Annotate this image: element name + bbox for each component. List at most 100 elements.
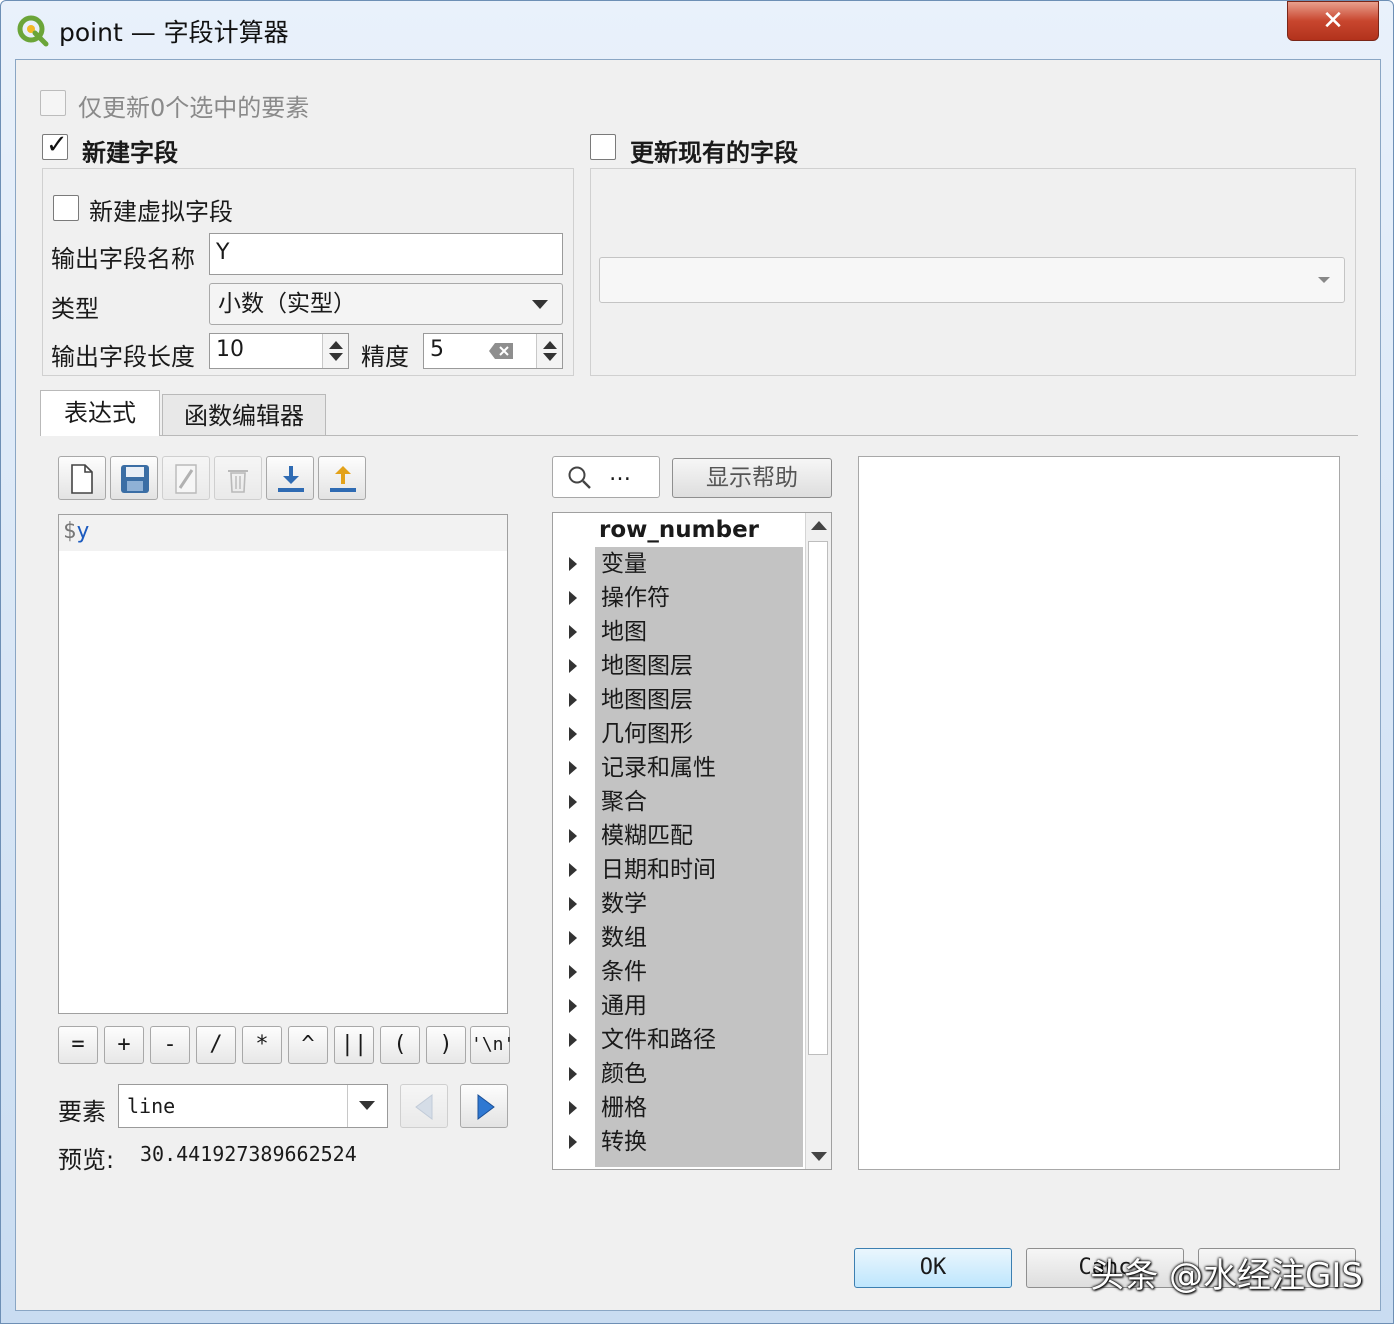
expand-arrow-icon[interactable] [569,829,577,843]
operator-plus-button[interactable]: + [104,1026,144,1064]
expand-arrow-icon[interactable] [569,999,577,1013]
close-button[interactable]: ✕ [1287,1,1379,41]
field-calculator-window: point — 字段计算器 ✕ 仅更新0个选中的要素 ✓ 新建字段 更新现有的字… [0,0,1394,1324]
tree-item[interactable]: 日期和时间 [553,853,831,887]
feature-label: 要素 [58,1098,106,1126]
clear-icon[interactable] [488,342,514,360]
export-icon [330,466,356,492]
tree-item[interactable]: 几何图形 [553,717,831,751]
expand-arrow-icon[interactable] [569,625,577,639]
expand-arrow-icon[interactable] [569,557,577,571]
tree-item-label: 变量 [601,551,647,577]
type-select[interactable]: 小数（实型） [209,283,563,325]
tree-item-label: 地图图层 [601,653,693,679]
function-tree[interactable]: row_number 变量 操作符 地图 地图图层 地图图层 几何图形 记录和属性 聚合 模糊匹… [552,512,832,1170]
precision-stepper[interactable]: 5 [423,333,563,369]
tree-item-label: 几何图形 [601,721,693,747]
operator-equals-button[interactable]: = [58,1026,98,1064]
operator-open-paren-button[interactable]: ( [380,1026,420,1064]
search-more-icon: … [609,461,631,486]
tree-item[interactable]: 变量 [553,547,831,581]
tab-function-editor[interactable]: 函数编辑器 [162,394,326,436]
expand-arrow-icon[interactable] [569,1135,577,1149]
tree-item[interactable]: 文件和路径 [553,1023,831,1057]
expand-arrow-icon[interactable] [569,727,577,741]
new-field-checkbox[interactable]: ✓ [42,130,68,160]
tab-expression[interactable]: 表达式 [40,390,160,436]
operator-multiply-button[interactable]: * [242,1026,282,1064]
tree-item[interactable]: 记录和属性 [553,751,831,785]
expand-arrow-icon[interactable] [569,591,577,605]
search-input[interactable]: … [552,456,660,498]
tree-item-label: 颜色 [601,1061,647,1087]
tree-item[interactable]: 数学 [553,887,831,921]
ok-button[interactable]: OK [854,1248,1012,1288]
expand-arrow-icon[interactable] [569,1067,577,1081]
tree-item[interactable]: 模糊匹配 [553,819,831,853]
export-expression-button[interactable] [318,456,366,500]
update-selected-checkbox[interactable] [40,90,66,116]
output-name-input[interactable]: Y [209,233,563,275]
new-expression-button[interactable] [58,456,106,500]
tree-item[interactable]: 操作符 [553,581,831,615]
operator-concat-button[interactable]: || [334,1026,374,1064]
tree-item[interactable]: 地图图层 [553,683,831,717]
tree-item[interactable]: 转换 [553,1125,831,1159]
update-existing-checkbox[interactable] [590,134,616,160]
next-feature-button[interactable] [460,1084,508,1128]
expand-arrow-icon[interactable] [569,863,577,877]
expression-editor[interactable]: $y [58,514,508,1014]
expand-arrow-icon[interactable] [569,761,577,775]
existing-field-select[interactable] [599,257,1345,303]
tree-item-label: 数组 [601,925,647,951]
scroll-down-icon[interactable] [811,1152,827,1161]
scroll-thumb[interactable] [808,541,828,1055]
output-name-label: 输出字段名称 [51,245,195,273]
title-bar[interactable]: point — 字段计算器 ✕ [1,1,1393,59]
expand-arrow-icon[interactable] [569,795,577,809]
tree-item-label: 栅格 [601,1095,647,1121]
search-icon [568,466,591,489]
feature-select[interactable]: line [118,1084,388,1128]
expand-arrow-icon[interactable] [569,965,577,979]
feature-dropdown-button[interactable] [347,1085,387,1127]
expand-arrow-icon[interactable] [569,659,577,673]
previous-feature-button[interactable] [400,1084,448,1128]
tree-item[interactable]: 地图 [553,615,831,649]
tree-item[interactable]: 颜色 [553,1057,831,1091]
show-help-button[interactable]: 显示帮助 [672,458,832,498]
tree-item[interactable]: 通用 [553,989,831,1023]
tree-item[interactable]: 聚合 [553,785,831,819]
expand-arrow-icon[interactable] [569,693,577,707]
import-expression-button[interactable] [266,456,314,500]
tree-item-label: 操作符 [601,585,670,611]
operator-divide-button[interactable]: / [196,1026,236,1064]
edit-expression-button[interactable] [162,456,210,500]
expand-arrow-icon[interactable] [569,897,577,911]
operator-minus-button[interactable]: - [150,1026,190,1064]
tree-item-label: 日期和时间 [601,857,716,883]
precision-label: 精度 [361,343,409,371]
tree-scrollbar[interactable] [805,513,831,1169]
tree-header-row-number[interactable]: row_number [599,513,759,547]
tree-item[interactable]: 条件 [553,955,831,989]
output-length-stepper[interactable]: 10 [209,333,349,369]
expand-arrow-icon[interactable] [569,931,577,945]
delete-expression-button[interactable] [214,456,262,500]
operator-close-paren-button[interactable]: ) [426,1026,466,1064]
operator-newline-button[interactable]: '\n' [470,1026,514,1064]
tree-item-label: 模糊匹配 [601,823,693,849]
precision-spin-buttons[interactable] [536,334,562,368]
save-expression-button[interactable] [110,456,158,500]
scroll-up-icon[interactable] [811,521,827,530]
tree-item-label: 数学 [601,891,647,917]
tree-item[interactable]: 栅格 [553,1091,831,1125]
expand-arrow-icon[interactable] [569,1033,577,1047]
operator-power-button[interactable]: ^ [288,1026,328,1064]
length-spin-buttons[interactable] [322,334,348,368]
virtual-field-checkbox[interactable] [53,195,79,221]
tree-item[interactable]: 地图图层 [553,649,831,683]
expand-arrow-icon[interactable] [569,1101,577,1115]
tree-item[interactable]: 数组 [553,921,831,955]
help-panel [858,456,1340,1170]
